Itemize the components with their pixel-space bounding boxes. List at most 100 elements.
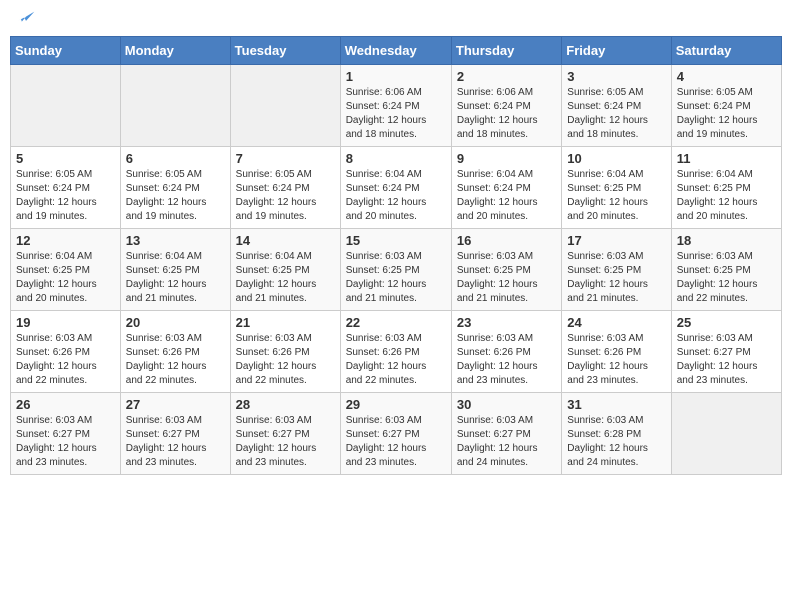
page-header — [10, 10, 782, 30]
weekday-header-thursday: Thursday — [451, 37, 561, 65]
day-info: Sunrise: 6:03 AM Sunset: 6:26 PM Dayligh… — [567, 332, 665, 388]
calendar-cell: 6 Sunrise: 6:05 AM Sunset: 6:24 PM Daylig… — [120, 147, 230, 229]
calendar-week-row: 26 Sunrise: 6:03 AM Sunset: 6:27 PM Dayli… — [11, 393, 782, 475]
day-number: 4 — [677, 69, 776, 84]
weekday-header-row: SundayMondayTuesdayWednesdayThursdayFrid… — [11, 37, 782, 65]
calendar-cell: 18 Sunrise: 6:03 AM Sunset: 6:25 PM Dayli… — [671, 229, 781, 311]
calendar-week-row: 1 Sunrise: 6:06 AM Sunset: 6:24 PM Daylig… — [11, 65, 782, 147]
day-info: Sunrise: 6:04 AM Sunset: 6:24 PM Dayligh… — [457, 168, 556, 224]
calendar-cell: 30Sunrise: 6:03 AM Sunset: 6:27 PM Dayli… — [451, 393, 561, 475]
day-info: Sunrise: 6:05 AM Sunset: 6:24 PM Dayligh… — [567, 86, 665, 142]
day-number: 19 — [16, 315, 115, 330]
day-info: Sunrise: 6:03 AM Sunset: 6:25 PM Dayligh… — [567, 250, 665, 306]
day-info: Sunrise: 6:03 AM Sunset: 6:27 PM Dayligh… — [677, 332, 776, 388]
calendar-cell: 16 Sunrise: 6:03 AM Sunset: 6:25 PM Dayli… — [451, 229, 561, 311]
weekday-header-monday: Monday — [120, 37, 230, 65]
day-info: Sunrise: 6:04 AM Sunset: 6:25 PM Dayligh… — [567, 168, 665, 224]
day-number: 15 — [346, 233, 446, 248]
day-number: 16 — [457, 233, 556, 248]
day-info: Sunrise: 6:03 AM Sunset: 6:26 PM Dayligh… — [236, 332, 335, 388]
day-info: Sunrise: 6:03 AM Sunset: 6:27 PM Dayligh… — [126, 414, 225, 470]
day-number: 11 — [677, 151, 776, 166]
calendar-cell: 1 Sunrise: 6:06 AM Sunset: 6:24 PM Daylig… — [340, 65, 451, 147]
day-number: 18 — [677, 233, 776, 248]
calendar-table: SundayMondayTuesdayWednesdayThursdayFrid… — [10, 36, 782, 475]
calendar-cell: 25Sunrise: 6:03 AM Sunset: 6:27 PM Dayli… — [671, 311, 781, 393]
calendar-week-row: 12 Sunrise: 6:04 AM Sunset: 6:25 PM Dayli… — [11, 229, 782, 311]
day-number: 1 — [346, 69, 446, 84]
day-info: Sunrise: 6:03 AM Sunset: 6:26 PM Dayligh… — [16, 332, 115, 388]
calendar-cell: 29 Sunrise: 6:03 AM Sunset: 6:27 PM Dayli… — [340, 393, 451, 475]
day-info: Sunrise: 6:03 AM Sunset: 6:28 PM Dayligh… — [567, 414, 665, 470]
calendar-cell: 15 Sunrise: 6:03 AM Sunset: 6:25 PM Dayli… — [340, 229, 451, 311]
weekday-header-friday: Friday — [562, 37, 671, 65]
calendar-week-row: 5 Sunrise: 6:05 AM Sunset: 6:24 PM Daylig… — [11, 147, 782, 229]
calendar-cell: 27Sunrise: 6:03 AM Sunset: 6:27 PM Dayli… — [120, 393, 230, 475]
calendar-cell: 5 Sunrise: 6:05 AM Sunset: 6:24 PM Daylig… — [11, 147, 121, 229]
day-info: Sunrise: 6:03 AM Sunset: 6:26 PM Dayligh… — [346, 332, 446, 388]
day-number: 20 — [126, 315, 225, 330]
calendar-cell: 14Sunrise: 6:04 AM Sunset: 6:25 PM Dayli… — [230, 229, 340, 311]
calendar-cell: 21Sunrise: 6:03 AM Sunset: 6:26 PM Dayli… — [230, 311, 340, 393]
calendar-cell — [671, 393, 781, 475]
calendar-cell: 24 Sunrise: 6:03 AM Sunset: 6:26 PM Dayli… — [562, 311, 671, 393]
day-info: Sunrise: 6:03 AM Sunset: 6:25 PM Dayligh… — [457, 250, 556, 306]
day-info: Sunrise: 6:05 AM Sunset: 6:24 PM Dayligh… — [126, 168, 225, 224]
calendar-cell — [120, 65, 230, 147]
day-number: 5 — [16, 151, 115, 166]
day-info: Sunrise: 6:04 AM Sunset: 6:25 PM Dayligh… — [16, 250, 115, 306]
weekday-header-saturday: Saturday — [671, 37, 781, 65]
weekday-header-tuesday: Tuesday — [230, 37, 340, 65]
calendar-cell: 2 Sunrise: 6:06 AM Sunset: 6:24 PM Daylig… — [451, 65, 561, 147]
day-number: 7 — [236, 151, 335, 166]
day-info: Sunrise: 6:06 AM Sunset: 6:24 PM Dayligh… — [457, 86, 556, 142]
day-number: 28 — [236, 397, 335, 412]
calendar-cell: 23 Sunrise: 6:03 AM Sunset: 6:26 PM Dayli… — [451, 311, 561, 393]
day-info: Sunrise: 6:05 AM Sunset: 6:24 PM Dayligh… — [16, 168, 115, 224]
day-info: Sunrise: 6:06 AM Sunset: 6:24 PM Dayligh… — [346, 86, 446, 142]
calendar-cell: 20Sunrise: 6:03 AM Sunset: 6:26 PM Dayli… — [120, 311, 230, 393]
day-info: Sunrise: 6:04 AM Sunset: 6:24 PM Dayligh… — [346, 168, 446, 224]
weekday-header-wednesday: Wednesday — [340, 37, 451, 65]
day-number: 12 — [16, 233, 115, 248]
day-info: Sunrise: 6:03 AM Sunset: 6:27 PM Dayligh… — [16, 414, 115, 470]
calendar-cell: 31 Sunrise: 6:03 AM Sunset: 6:28 PM Dayli… — [562, 393, 671, 475]
calendar-cell: 3Sunrise: 6:05 AM Sunset: 6:24 PM Daylig… — [562, 65, 671, 147]
calendar-cell: 17Sunrise: 6:03 AM Sunset: 6:25 PM Dayli… — [562, 229, 671, 311]
weekday-header-sunday: Sunday — [11, 37, 121, 65]
day-number: 8 — [346, 151, 446, 166]
calendar-cell: 8 Sunrise: 6:04 AM Sunset: 6:24 PM Daylig… — [340, 147, 451, 229]
day-number: 14 — [236, 233, 335, 248]
day-number: 23 — [457, 315, 556, 330]
logo — [14, 10, 36, 30]
day-number: 2 — [457, 69, 556, 84]
day-info: Sunrise: 6:05 AM Sunset: 6:24 PM Dayligh… — [236, 168, 335, 224]
calendar-cell: 28 Sunrise: 6:03 AM Sunset: 6:27 PM Dayli… — [230, 393, 340, 475]
day-number: 30 — [457, 397, 556, 412]
day-info: Sunrise: 6:04 AM Sunset: 6:25 PM Dayligh… — [677, 168, 776, 224]
day-number: 31 — [567, 397, 665, 412]
day-number: 26 — [16, 397, 115, 412]
day-info: Sunrise: 6:03 AM Sunset: 6:25 PM Dayligh… — [346, 250, 446, 306]
day-info: Sunrise: 6:04 AM Sunset: 6:25 PM Dayligh… — [126, 250, 225, 306]
day-info: Sunrise: 6:03 AM Sunset: 6:27 PM Dayligh… — [346, 414, 446, 470]
day-number: 29 — [346, 397, 446, 412]
day-number: 6 — [126, 151, 225, 166]
day-info: Sunrise: 6:03 AM Sunset: 6:25 PM Dayligh… — [677, 250, 776, 306]
day-info: Sunrise: 6:05 AM Sunset: 6:24 PM Dayligh… — [677, 86, 776, 142]
calendar-cell: 4 Sunrise: 6:05 AM Sunset: 6:24 PM Daylig… — [671, 65, 781, 147]
day-number: 22 — [346, 315, 446, 330]
day-number: 24 — [567, 315, 665, 330]
calendar-cell: 11 Sunrise: 6:04 AM Sunset: 6:25 PM Dayli… — [671, 147, 781, 229]
calendar-cell: 12 Sunrise: 6:04 AM Sunset: 6:25 PM Dayli… — [11, 229, 121, 311]
day-info: Sunrise: 6:03 AM Sunset: 6:27 PM Dayligh… — [236, 414, 335, 470]
calendar-cell: 7 Sunrise: 6:05 AM Sunset: 6:24 PM Daylig… — [230, 147, 340, 229]
day-info: Sunrise: 6:03 AM Sunset: 6:26 PM Dayligh… — [457, 332, 556, 388]
calendar-cell — [11, 65, 121, 147]
calendar-cell: 10 Sunrise: 6:04 AM Sunset: 6:25 PM Dayli… — [562, 147, 671, 229]
calendar-cell: 22 Sunrise: 6:03 AM Sunset: 6:26 PM Dayli… — [340, 311, 451, 393]
calendar-cell: 13Sunrise: 6:04 AM Sunset: 6:25 PM Dayli… — [120, 229, 230, 311]
day-number: 10 — [567, 151, 665, 166]
calendar-week-row: 19 Sunrise: 6:03 AM Sunset: 6:26 PM Dayli… — [11, 311, 782, 393]
logo-bird-icon — [16, 10, 36, 30]
